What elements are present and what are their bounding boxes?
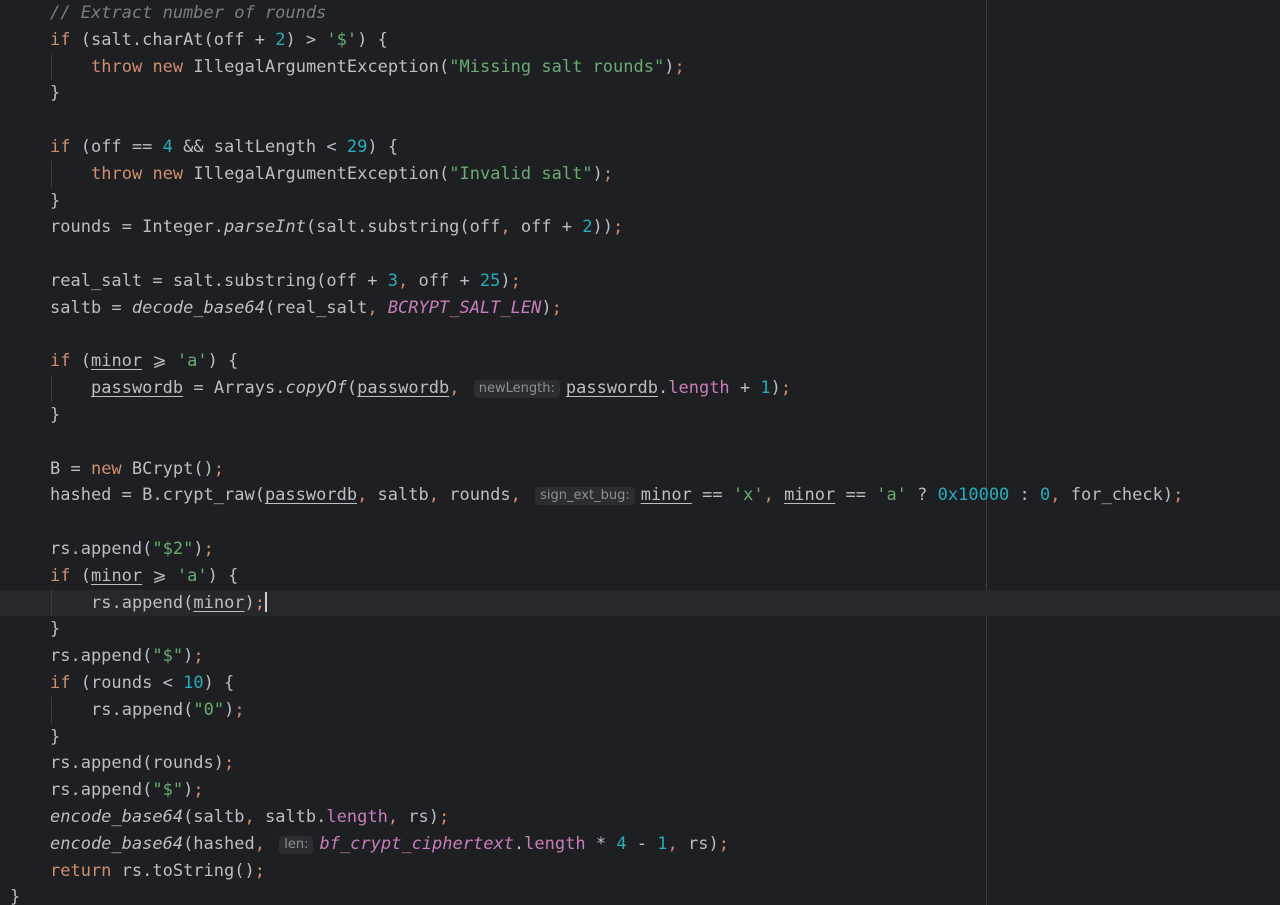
- code-text: if (off == 4 && saltLength < 29) {: [50, 136, 399, 157]
- code-text: }: [50, 726, 61, 747]
- inlay-hint-sign-ext-bug: sign_ext_bug:: [535, 487, 635, 506]
- code-line[interactable]: rs.append("$");: [0, 777, 1280, 804]
- code-text: if (minor ⩾ 'a') {: [50, 351, 239, 372]
- code-line[interactable]: if (rounds < 10) {: [0, 670, 1280, 697]
- indent-guide: [51, 53, 52, 81]
- code-line[interactable]: }: [0, 80, 1280, 107]
- code-text: }: [50, 83, 61, 104]
- code-text: }: [50, 404, 61, 425]
- code-line[interactable]: return rs.toString();: [0, 858, 1280, 885]
- code-line[interactable]: [0, 322, 1280, 349]
- code-line[interactable]: rounds = Integer.parseInt(salt.substring…: [0, 214, 1280, 241]
- code-line[interactable]: }: [0, 616, 1280, 643]
- inlay-hint-new-length: newLength:: [473, 380, 560, 399]
- code-line[interactable]: real_salt = salt.substring(off + 3, off …: [0, 268, 1280, 295]
- code-text: hashed = B.crypt_raw(passwordb, saltb, r…: [50, 485, 1184, 506]
- code-text: passwordb = Arrays.copyOf(passwordb, new…: [91, 378, 792, 399]
- code-text: throw new IllegalArgumentException("Miss…: [91, 56, 685, 77]
- code-text: rs.append(minor);: [91, 591, 268, 613]
- code-text: rs.append(rounds);: [50, 753, 235, 774]
- indent-guide: [51, 375, 52, 402]
- code-line[interactable]: throw new IllegalArgumentException("Inva…: [0, 160, 1280, 188]
- code-line[interactable]: }: [0, 188, 1280, 215]
- code-text: B = new BCrypt();: [50, 458, 225, 479]
- code-lines[interactable]: // Extract number of rounds if (salt.char…: [0, 0, 1280, 905]
- code-line[interactable]: throw new IllegalArgumentException("Miss…: [0, 53, 1280, 81]
- code-line[interactable]: // Extract number of rounds: [0, 0, 1280, 27]
- code-line[interactable]: rs.append(minor);: [0, 589, 1280, 617]
- code-text: if (minor ⩾ 'a') {: [50, 565, 239, 586]
- inlay-hint-len: len:: [279, 835, 314, 854]
- code-text: if (salt.charAt(off + 2) > '$') {: [50, 29, 388, 50]
- code-line[interactable]: saltb = decode_base64(real_salt, BCRYPT_…: [0, 295, 1280, 322]
- code-line[interactable]: [0, 429, 1280, 456]
- code-editor[interactable]: // Extract number of rounds if (salt.char…: [0, 0, 1280, 905]
- code-text: rs.append("$");: [50, 780, 204, 801]
- code-line[interactable]: rs.append("0");: [0, 696, 1280, 724]
- indent-guide: [51, 589, 52, 617]
- code-line[interactable]: [0, 509, 1280, 536]
- code-line[interactable]: rs.append("$2");: [0, 536, 1280, 563]
- code-line[interactable]: [0, 107, 1280, 134]
- code-line[interactable]: encode_base64(saltb, saltb.length, rs);: [0, 804, 1280, 831]
- indent-guide: [51, 160, 52, 188]
- code-text: if (rounds < 10) {: [50, 672, 235, 693]
- code-line[interactable]: if (minor ⩾ 'a') {: [0, 348, 1280, 375]
- code-text: // Extract number of rounds: [50, 3, 327, 23]
- code-line[interactable]: hashed = B.crypt_raw(passwordb, saltb, r…: [0, 482, 1280, 509]
- code-text: return rs.toString();: [50, 860, 265, 881]
- code-text: real_salt = salt.substring(off + 3, off …: [50, 270, 521, 291]
- code-text: }: [50, 619, 61, 640]
- code-text: rounds = Integer.parseInt(salt.substring…: [50, 217, 624, 238]
- code-line[interactable]: }: [0, 884, 1280, 905]
- code-text: rs.append("$2");: [50, 538, 214, 559]
- code-line[interactable]: encode_base64(hashed, len: bf_crypt_ciphe…: [0, 831, 1280, 858]
- code-line[interactable]: if (off == 4 && saltLength < 29) {: [0, 134, 1280, 161]
- code-text: saltb = decode_base64(real_salt, BCRYPT_…: [50, 297, 562, 318]
- code-line[interactable]: rs.append(rounds);: [0, 750, 1280, 777]
- code-line[interactable]: rs.append("$");: [0, 643, 1280, 670]
- code-text: rs.append("0");: [91, 699, 245, 720]
- code-text: rs.append("$");: [50, 646, 204, 667]
- code-line[interactable]: B = new BCrypt();: [0, 456, 1280, 483]
- code-line[interactable]: [0, 241, 1280, 268]
- code-text: encode_base64(saltb, saltb.length, rs);: [50, 806, 450, 827]
- code-line[interactable]: }: [0, 724, 1280, 751]
- code-text: encode_base64(hashed, len: bf_crypt_ciphe…: [50, 833, 729, 854]
- code-text: throw new IllegalArgumentException("Inva…: [91, 163, 614, 184]
- indent-guide: [51, 696, 52, 724]
- code-text: }: [10, 887, 21, 905]
- code-line[interactable]: passwordb = Arrays.copyOf(passwordb, new…: [0, 375, 1280, 402]
- code-line[interactable]: if (minor ⩾ 'a') {: [0, 563, 1280, 590]
- code-text: }: [50, 190, 61, 211]
- code-line[interactable]: }: [0, 402, 1280, 429]
- text-caret: [265, 591, 268, 612]
- code-line[interactable]: if (salt.charAt(off + 2) > '$') {: [0, 27, 1280, 54]
